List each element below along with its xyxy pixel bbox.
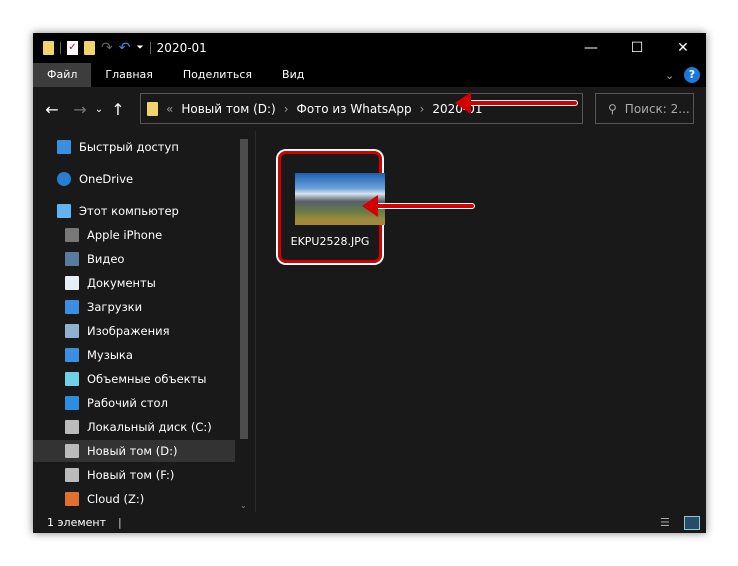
file-list: EKPU2528.JPG: [255, 131, 706, 512]
nav-item[interactable]: Новый том (D:): [33, 440, 235, 462]
nav-item-label: Cloud (Z:): [87, 492, 145, 506]
computer-icon: [57, 204, 71, 218]
divider: |: [118, 516, 122, 529]
nav-item[interactable]: Музыка: [33, 344, 235, 366]
scrollbar-thumb[interactable]: [240, 139, 248, 439]
undo-icon[interactable]: ↶: [119, 40, 131, 56]
minimize-button[interactable]: —: [568, 33, 614, 63]
nav-item[interactable]: Загрузки: [33, 296, 235, 318]
drive-icon: [65, 444, 79, 458]
nav-item[interactable]: Быстрый доступ: [33, 136, 235, 158]
nav-item[interactable]: Локальный диск (C:): [33, 416, 235, 438]
folder-icon: [147, 101, 158, 116]
nav-item-label: OneDrive: [79, 172, 134, 186]
redo-icon[interactable]: ↷: [101, 40, 113, 56]
nav-item[interactable]: Cloud (Z:): [33, 488, 235, 510]
nav-item-label: Новый том (D:): [87, 444, 178, 458]
customize-toolbar-icon[interactable]: ⏷: [136, 43, 143, 53]
nav-item[interactable]: Этот компьютер: [33, 200, 235, 222]
folder-icon: [43, 41, 54, 55]
nav-item-label: Новый том (F:): [87, 468, 175, 482]
divider: [60, 42, 61, 54]
up-button[interactable]: ↑: [107, 100, 129, 119]
search-icon: ⚲: [608, 101, 617, 116]
overflow-icon[interactable]: «: [166, 102, 173, 116]
phone-icon: [65, 228, 79, 242]
annotation-arrow-file: [362, 195, 475, 217]
music-icon: [65, 348, 79, 362]
title-bar: ✓ ↷ ↶ ⏷ 2020-01 — ☐ ✕: [33, 33, 706, 63]
nav-item-label: Рабочий стол: [87, 396, 168, 410]
drive-icon: [65, 468, 79, 482]
chevron-right-icon: ›: [419, 101, 425, 116]
nav-item-label: Объемные объекты: [87, 372, 207, 386]
tab-file[interactable]: Файл: [33, 63, 92, 87]
nav-item[interactable]: Объемные объекты: [33, 368, 235, 390]
divider: [149, 42, 151, 54]
breadcrumb-drive[interactable]: Новый том (D:): [181, 102, 275, 116]
nav-item-label: Музыка: [87, 348, 133, 362]
nav-item-label: Загрузки: [87, 300, 143, 314]
recent-locations-button[interactable]: ⌄: [91, 104, 107, 115]
properties-icon[interactable]: ✓: [67, 41, 78, 55]
address-row: ← → ⌄ ↑ « Новый том (D:) › Фото из Whats…: [33, 87, 706, 131]
back-button[interactable]: ←: [41, 100, 63, 119]
nav-item[interactable]: Изображения: [33, 320, 235, 342]
download-icon: [65, 300, 79, 314]
nav-item-label: Изображения: [87, 324, 170, 338]
search-box[interactable]: ⚲ Поиск: 2...: [595, 93, 694, 124]
tab-home[interactable]: Главная: [91, 63, 167, 87]
nav-item[interactable]: OneDrive: [33, 168, 235, 190]
star-icon: [57, 140, 71, 154]
nav-item-label: Быстрый доступ: [79, 140, 179, 154]
breadcrumb-folder[interactable]: Фото из WhatsApp: [297, 102, 412, 116]
ribbon-tabs: Файл Главная Поделиться Вид ⌄ ?: [33, 63, 706, 87]
cloud-drive-icon: [65, 492, 79, 506]
scroll-down-icon[interactable]: ⌄: [240, 501, 247, 510]
status-bar: 1 элемент | ☰: [33, 512, 706, 533]
cloud-icon: [57, 172, 71, 186]
navigation-pane: Быстрый доступ OneDrive Этот компьютер Appl…: [33, 131, 255, 512]
tab-share[interactable]: Поделиться: [167, 63, 268, 87]
desktop-icon: [65, 396, 79, 410]
expand-ribbon-icon[interactable]: ⌄: [665, 69, 674, 82]
chevron-right-icon: ›: [283, 101, 289, 116]
nav-item-label: Документы: [87, 276, 156, 290]
nav-item-label: Этот компьютер: [79, 204, 179, 218]
details-view-icon[interactable]: ☰: [660, 516, 670, 529]
item-count: 1 элемент: [47, 516, 106, 529]
nav-item[interactable]: Видео: [33, 248, 235, 270]
nav-item[interactable]: Документы: [33, 272, 235, 294]
nav-item-label: Локальный диск (C:): [87, 420, 212, 434]
large-icons-view-icon[interactable]: [684, 515, 700, 530]
file-name: EKPU2528.JPG: [290, 235, 370, 248]
pictures-icon: [65, 324, 79, 338]
window-title: 2020-01: [156, 41, 207, 55]
document-icon: [65, 276, 79, 290]
nav-item[interactable]: Apple iPhone: [33, 224, 235, 246]
annotation-arrow-address: [455, 92, 578, 114]
video-icon: [65, 252, 79, 266]
nav-item[interactable]: Рабочий стол: [33, 392, 235, 414]
maximize-button[interactable]: ☐: [614, 33, 660, 63]
search-placeholder: Поиск: 2...: [624, 101, 690, 116]
close-button[interactable]: ✕: [660, 33, 706, 63]
tab-view[interactable]: Вид: [268, 63, 318, 87]
new-folder-icon[interactable]: [84, 41, 95, 55]
nav-item-label: Видео: [87, 252, 125, 266]
help-icon[interactable]: ?: [684, 67, 700, 83]
address-bar[interactable]: « Новый том (D:) › Фото из WhatsApp › 20…: [140, 93, 583, 124]
forward-button[interactable]: →: [69, 100, 91, 119]
cube-icon: [65, 372, 79, 386]
nav-item[interactable]: Новый том (F:): [33, 464, 235, 486]
nav-item-label: Apple iPhone: [87, 228, 163, 242]
explorer-window: ✓ ↷ ↶ ⏷ 2020-01 — ☐ ✕ Файл Главная Подел…: [33, 33, 706, 533]
nav-scrollbar[interactable]: ⌄: [237, 131, 251, 512]
drive-icon: [65, 420, 79, 434]
